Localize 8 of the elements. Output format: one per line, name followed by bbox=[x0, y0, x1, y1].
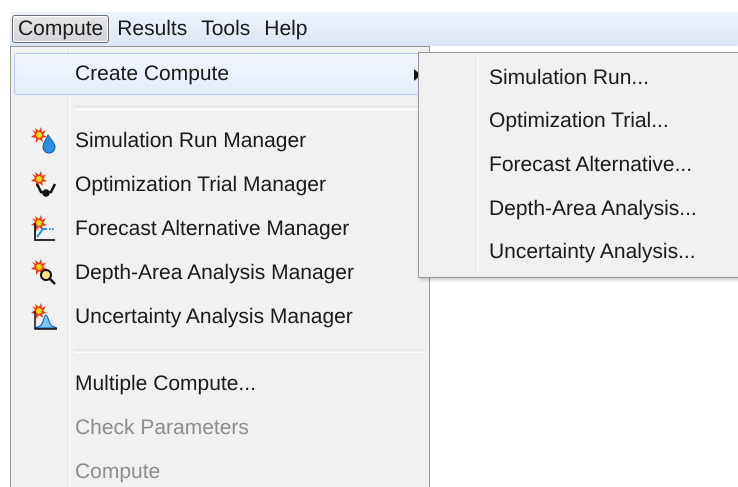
menu-bar-item[interactable]: Tools bbox=[195, 15, 256, 43]
menu-bar-item[interactable]: Compute bbox=[12, 15, 110, 43]
menu-item[interactable]: Multiple Compute... bbox=[14, 363, 426, 405]
target-icon bbox=[31, 171, 59, 199]
menu-bar-item[interactable]: Help bbox=[258, 15, 314, 43]
menu-item[interactable]: Uncertainty Analysis Manager bbox=[14, 296, 426, 338]
peak-icon bbox=[31, 303, 59, 331]
menu-bar-item[interactable]: Results bbox=[111, 15, 194, 43]
